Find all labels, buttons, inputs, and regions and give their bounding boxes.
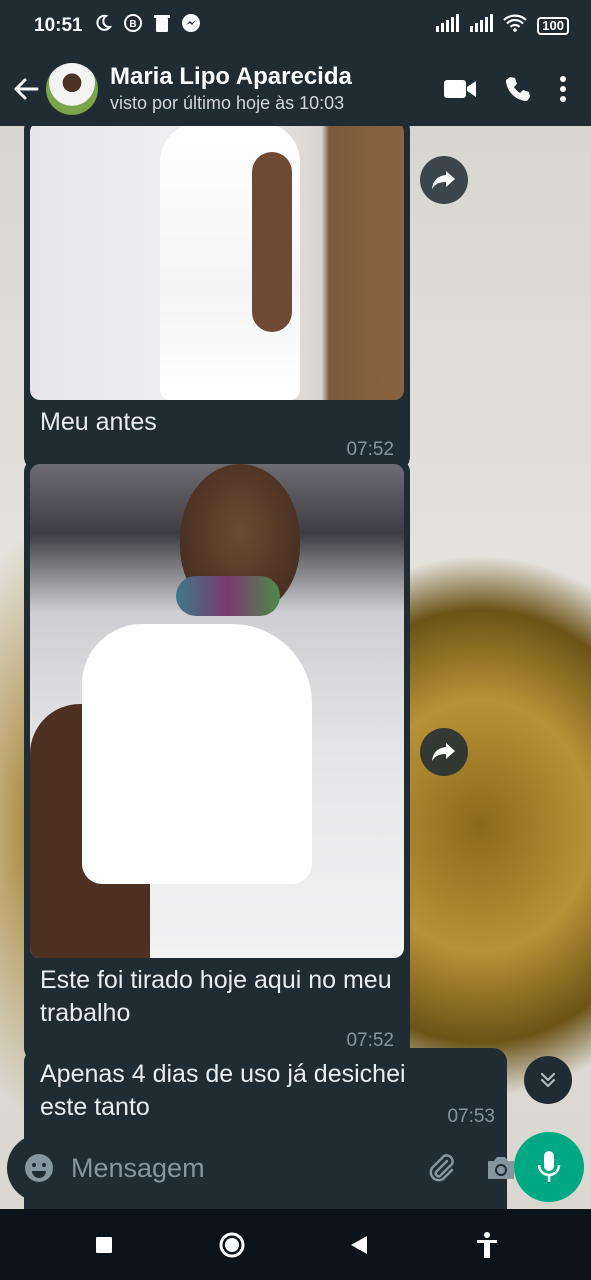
- b-badge-icon: B: [123, 13, 143, 39]
- back-nav-button[interactable]: [335, 1221, 383, 1269]
- contact-name: Maria Lipo Aparecida: [110, 63, 352, 90]
- svg-text:B: B: [129, 19, 136, 30]
- emoji-icon: [25, 1154, 53, 1182]
- contact-info[interactable]: Maria Lipo Aparecida visto por último ho…: [110, 63, 443, 115]
- message-time: 07:53: [447, 1106, 495, 1127]
- arrow-left-icon: [14, 78, 39, 100]
- wifi-icon: [503, 14, 528, 38]
- more-vertical-icon: [560, 76, 566, 102]
- recents-button[interactable]: [80, 1221, 128, 1269]
- home-button[interactable]: [208, 1221, 256, 1269]
- message-input[interactable]: [71, 1152, 425, 1184]
- video-call-button[interactable]: [443, 77, 477, 101]
- triangle-back-icon: [351, 1235, 368, 1254]
- phone-icon: [506, 77, 530, 101]
- forward-button[interactable]: [420, 156, 468, 204]
- image-message[interactable]: Meu antes 07:52: [24, 126, 410, 471]
- paperclip-icon: [429, 1154, 454, 1182]
- accessibility-button[interactable]: [463, 1221, 511, 1269]
- more-options-button[interactable]: [559, 75, 567, 103]
- message-photo[interactable]: [30, 464, 404, 958]
- message-text: Apenas 4 dias de uso já desichei este ta…: [40, 1060, 406, 1121]
- do-not-disturb-icon: [93, 13, 113, 39]
- image-message[interactable]: Este foi tirado hoje aqui no meu trabalh…: [24, 458, 410, 1062]
- video-camera-icon: [444, 80, 476, 98]
- trash-icon: [153, 13, 171, 39]
- messenger-icon: [181, 13, 201, 39]
- status-time: 10:51: [34, 15, 83, 36]
- camera-button[interactable]: [485, 1154, 517, 1182]
- circle-icon: [219, 1232, 245, 1257]
- message-caption: Meu antes: [40, 408, 157, 436]
- last-seen-status: visto por último hoje às 10:03: [110, 93, 345, 113]
- battery-indicator: 100: [537, 17, 569, 35]
- voice-message-button[interactable]: [514, 1132, 584, 1202]
- composer-field[interactable]: [7, 1134, 514, 1202]
- chevron-double-down-icon: [540, 1072, 556, 1088]
- message-caption: Este foi tirado hoje aqui no meu trabalh…: [40, 966, 392, 1027]
- system-nav-bar: [0, 1209, 591, 1280]
- status-bar: 10:51 B 100: [0, 0, 591, 52]
- forward-button[interactable]: [420, 728, 468, 776]
- composer-bar: [0, 1126, 591, 1209]
- contact-avatar[interactable]: [46, 63, 98, 115]
- message-photo[interactable]: [30, 126, 404, 400]
- signal-icon: [435, 14, 460, 38]
- camera-icon: [488, 1157, 514, 1179]
- forward-arrow-icon: [432, 743, 455, 761]
- forward-arrow-icon: [432, 171, 455, 189]
- accessibility-icon: [477, 1231, 498, 1258]
- chat-messages[interactable]: Meu antes 07:52 Este foi tirado hoje aqu…: [0, 126, 591, 1209]
- square-icon: [95, 1236, 112, 1253]
- attach-button[interactable]: [425, 1152, 457, 1184]
- chat-header: Maria Lipo Aparecida visto por último ho…: [0, 52, 591, 126]
- signal-icon-2: [469, 14, 494, 38]
- microphone-icon: [537, 1151, 561, 1182]
- voice-call-button[interactable]: [503, 74, 533, 104]
- scroll-to-bottom-button[interactable]: [524, 1056, 572, 1104]
- back-button[interactable]: [6, 69, 46, 109]
- emoji-button[interactable]: [23, 1152, 55, 1184]
